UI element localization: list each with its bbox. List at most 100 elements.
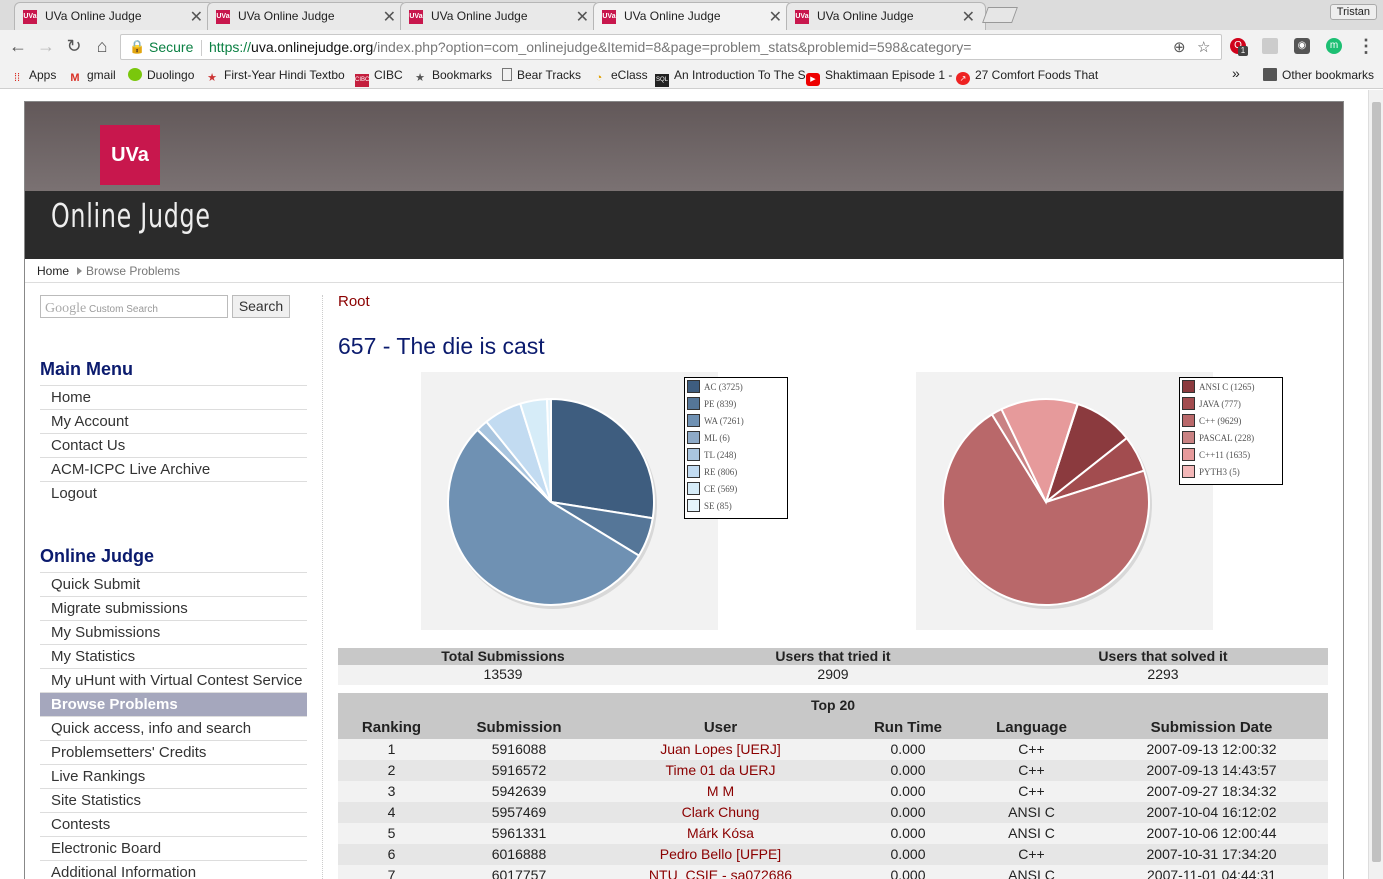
bookmark-hindi[interactable]: ★ First-Year Hindi Textbo <box>205 68 345 85</box>
browser-tab[interactable]: UVa UVa Online Judge ✕ <box>207 2 407 30</box>
bookmark-sql[interactable]: SQL An Introduction To The S <box>655 68 806 87</box>
legend-label: TL (248) <box>704 450 737 460</box>
browser-tab[interactable]: UVa UVa Online Judge ✕ <box>400 2 600 30</box>
cell-user[interactable]: Time 01 da UERJ <box>593 762 848 778</box>
legend-item: WA (7261) <box>687 414 787 431</box>
other-bookmarks[interactable]: Other bookmarks <box>1263 68 1374 82</box>
legend-label: ANSI C (1265) <box>1199 382 1255 392</box>
page-icon <box>502 68 512 81</box>
menu-item-live-archive[interactable]: ACM-ICPC Live Archive <box>40 457 307 481</box>
tab-title: UVa Online Judge <box>431 9 528 23</box>
menu-item-my-account[interactable]: My Account <box>40 409 307 433</box>
cell-runtime: 0.000 <box>890 741 926 757</box>
browser-tab[interactable]: UVa UVa Online Judge ✕ <box>14 2 214 30</box>
menu-item-live-rankings[interactable]: Live Rankings <box>40 764 307 788</box>
new-tab-button[interactable] <box>982 7 1018 23</box>
menu-item-electronic-board[interactable]: Electronic Board <box>40 836 307 860</box>
root-link[interactable]: Root <box>338 293 370 310</box>
youtube-icon: ▶ <box>806 73 820 86</box>
legend-label: WA (7261) <box>704 416 744 426</box>
browser-tab[interactable]: UVa UVa Online Judge ✕ <box>786 2 986 30</box>
bookmark-duolingo[interactable]: Duolingo <box>128 68 194 82</box>
menu-item-additional-info[interactable]: Additional Information <box>40 860 307 879</box>
extension-doc-icon[interactable] <box>1262 38 1278 54</box>
tab-close-icon[interactable]: ✕ <box>962 7 975 27</box>
bookmark-gmail[interactable]: Mgmail <box>68 68 115 85</box>
bookmark-eclass[interactable]: ◔ eClass <box>592 68 648 85</box>
zoom-icon[interactable]: ⊕ <box>1173 38 1186 56</box>
more-bookmarks-icon[interactable]: » <box>1232 65 1240 81</box>
cell-user[interactable]: NTU_CSIE - sa072686 <box>593 867 848 879</box>
back-arrow-icon[interactable]: ← <box>8 36 28 56</box>
cell-user[interactable]: Márk Kósa <box>593 825 848 841</box>
cell-user[interactable]: Clark Chung <box>593 804 848 820</box>
online-judge-logo[interactable]: Online Judge <box>51 196 211 235</box>
site-frame: UVa Online Judge Home Browse Problems Go… <box>24 101 1344 879</box>
menu-item-uhunt[interactable]: My uHunt with Virtual Contest Service <box>40 668 307 692</box>
bookmark-cibc[interactable]: CIBC CIBC <box>355 68 403 87</box>
browser-tab-active[interactable]: UVa UVa Online Judge ✕ <box>593 2 793 31</box>
language-chart-panel <box>916 372 1213 630</box>
cell-language: ANSI C <box>1008 825 1055 841</box>
legend-swatch <box>1182 397 1195 410</box>
scrollbar-thumb[interactable] <box>1372 102 1381 862</box>
bookmark-comfort-foods[interactable]: ↗ 27 Comfort Foods That <box>956 68 1098 85</box>
home-icon[interactable]: ⌂ <box>92 36 112 56</box>
url-text[interactable]: https://uva.onlinejudge.org/index.php?op… <box>209 39 971 55</box>
bookmark-star-icon[interactable]: ☆ <box>1197 38 1210 56</box>
menu-item-browse-problems[interactable]: Browse Problems <box>40 692 307 716</box>
uva-favicon-icon: UVa <box>23 10 37 24</box>
breadcrumb-home-link[interactable]: Home <box>37 264 69 278</box>
duolingo-icon <box>128 68 142 81</box>
menu-item-migrate[interactable]: Migrate submissions <box>40 596 307 620</box>
address-bar[interactable]: 🔒 Secure https://uva.onlinejudge.org/ind… <box>120 34 1222 60</box>
menu-item-site-statistics[interactable]: Site Statistics <box>40 788 307 812</box>
gmail-icon: M <box>70 72 80 84</box>
cell-date: 2007-10-06 12:00:44 <box>1146 825 1277 841</box>
bookmark-bear-tracks[interactable]: Bear Tracks <box>502 68 581 82</box>
extension-bulb-icon[interactable]: ◉ <box>1294 38 1310 54</box>
star-icon: ★ <box>415 72 425 84</box>
search-input[interactable]: Google Custom Search <box>40 295 228 318</box>
menu-item-quick-submit[interactable]: Quick Submit <box>40 572 307 596</box>
menu-item-logout[interactable]: Logout <box>40 481 307 505</box>
bookmark-bookmarks[interactable]: ★ Bookmarks <box>413 68 492 85</box>
forward-arrow-icon[interactable]: → <box>36 36 56 56</box>
menu-item-contests[interactable]: Contests <box>40 812 307 836</box>
menu-item-contact-us[interactable]: Contact Us <box>40 433 307 457</box>
menu-item-quick-access[interactable]: Quick access, info and search <box>40 716 307 740</box>
tab-close-icon[interactable]: ✕ <box>383 7 396 27</box>
bookmark-apps[interactable]: ⁞⁞ Apps <box>10 68 56 85</box>
uva-favicon-icon: UVa <box>795 10 809 24</box>
uva-logo[interactable]: UVa <box>100 125 160 185</box>
bookmark-shaktimaan[interactable]: ▶ Shaktimaan Episode 1 - <box>806 68 952 86</box>
menu-item-problemsetters[interactable]: Problemsetters' Credits <box>40 740 307 764</box>
main-menu-title: Main Menu <box>40 359 133 379</box>
table-row: 5 5961331 Márk Kósa 0.000 ANSI C 2007-10-06 1… <box>338 823 1328 844</box>
users-solved-header: Users that solved it <box>1098 648 1228 664</box>
cell-rank: 1 <box>387 741 396 757</box>
menu-item-my-submissions[interactable]: My Submissions <box>40 620 307 644</box>
reload-icon[interactable]: ↻ <box>64 36 84 56</box>
top20-table: Top 20 Ranking Submission User Run Time … <box>338 693 1328 879</box>
total-submissions-header: Total Submissions <box>441 648 565 664</box>
page-scrollbar[interactable] <box>1368 90 1383 879</box>
tab-close-icon[interactable]: ✕ <box>576 7 589 27</box>
menu-item-home[interactable]: Home <box>40 385 307 409</box>
cell-user[interactable]: Pedro Bello [UFPE] <box>593 846 848 862</box>
menu-kebab-icon[interactable]: ⋮ <box>1356 36 1376 56</box>
search-button[interactable]: Search <box>232 295 290 318</box>
extension-badge: 1 <box>1238 46 1248 56</box>
extension-m-icon[interactable]: m <box>1326 38 1342 54</box>
cell-date: 2007-09-13 12:00:32 <box>1146 741 1277 757</box>
col-ranking: Ranking <box>361 719 422 736</box>
tab-close-icon[interactable]: ✕ <box>769 7 782 27</box>
legend-swatch <box>1182 380 1195 393</box>
cell-rank: 2 <box>387 762 396 778</box>
profile-button[interactable]: Tristan <box>1329 4 1377 20</box>
cell-user[interactable]: Juan Lopes [UERJ] <box>593 741 848 757</box>
col-submission-date: Submission Date <box>1150 719 1273 736</box>
cell-user[interactable]: M M <box>593 783 848 799</box>
menu-item-my-statistics[interactable]: My Statistics <box>40 644 307 668</box>
tab-close-icon[interactable]: ✕ <box>190 7 203 27</box>
